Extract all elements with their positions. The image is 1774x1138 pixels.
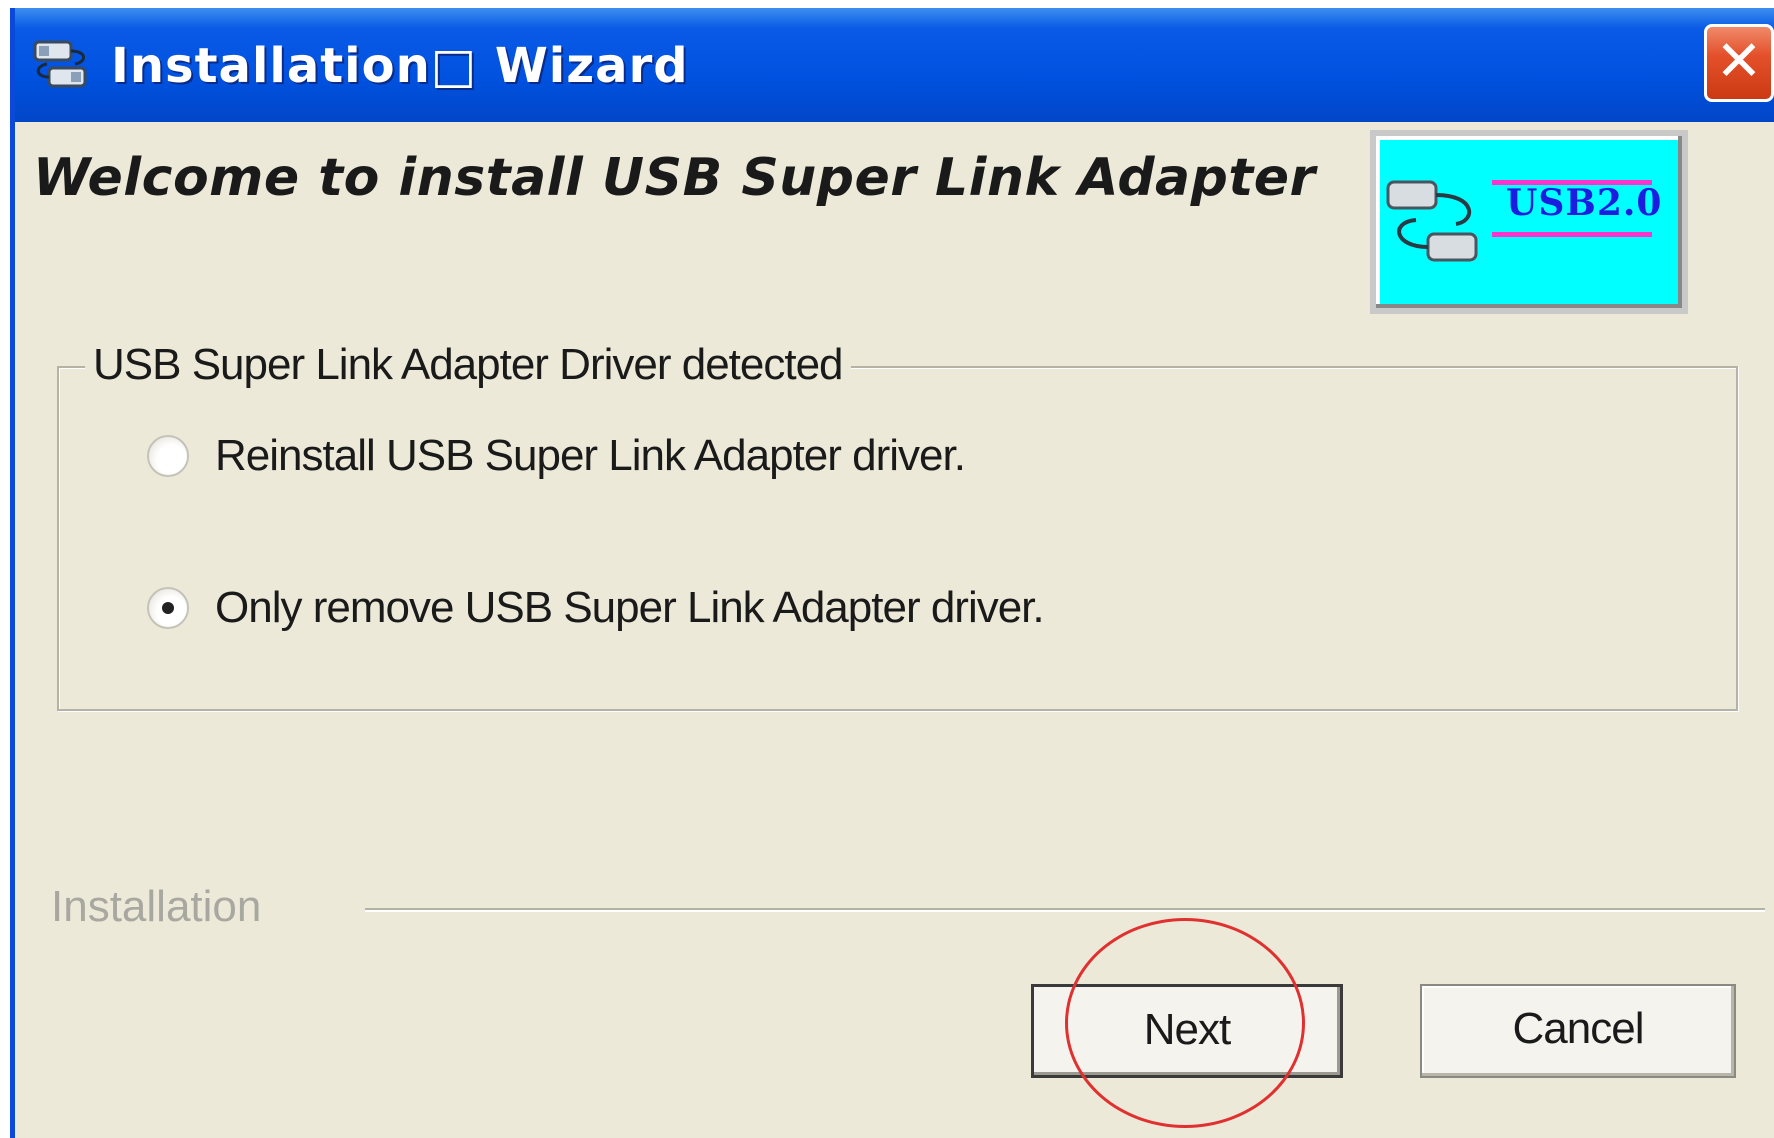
- remove-radio[interactable]: [147, 587, 189, 629]
- driver-options-group: [57, 366, 1738, 711]
- installation-wizard-window: Installation□ Wizard ✕ Welcome to instal…: [10, 8, 1774, 1138]
- usb-cable-icon: [29, 32, 93, 96]
- welcome-heading: Welcome to install USB Super Link Adapte…: [33, 148, 1316, 208]
- usb-logo: USB2.0: [1370, 130, 1688, 314]
- reinstall-radio[interactable]: [147, 435, 189, 477]
- usb-logo-text: USB2.0: [1506, 182, 1663, 224]
- close-icon: ✕: [1715, 29, 1763, 94]
- next-button[interactable]: Next: [1031, 984, 1343, 1078]
- reinstall-label[interactable]: Reinstall USB Super Link Adapter driver.: [215, 431, 966, 481]
- close-button[interactable]: ✕: [1704, 24, 1774, 102]
- remove-option[interactable]: Only remove USB Super Link Adapter drive…: [147, 578, 1045, 638]
- window-title: Installation□ Wizard: [111, 38, 689, 94]
- cancel-button[interactable]: Cancel: [1420, 984, 1736, 1078]
- installation-section-label: Installation: [51, 882, 262, 931]
- title-bar[interactable]: Installation□ Wizard ✕: [15, 8, 1774, 122]
- group-legend: USB Super Link Adapter Driver detected: [85, 340, 851, 390]
- remove-label[interactable]: Only remove USB Super Link Adapter drive…: [215, 583, 1045, 633]
- section-divider: [365, 908, 1765, 912]
- reinstall-option[interactable]: Reinstall USB Super Link Adapter driver.: [147, 426, 966, 486]
